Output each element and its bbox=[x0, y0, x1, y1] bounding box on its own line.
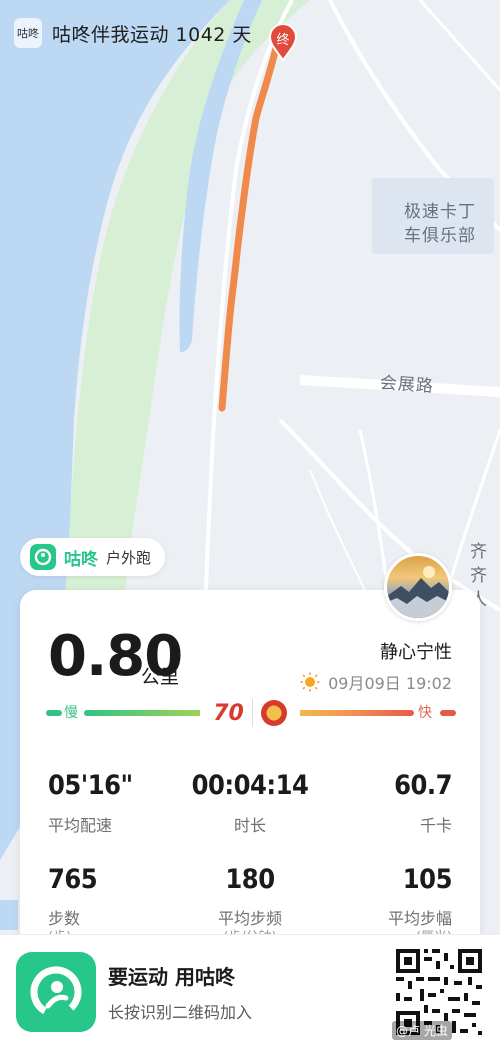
china-emblem-icon bbox=[260, 700, 287, 726]
stat-avg-pace-value: 05'16" bbox=[48, 770, 133, 801]
avatar[interactable] bbox=[384, 553, 452, 621]
stat-calories-label: 千卡 bbox=[419, 816, 452, 835]
footer-subtitle: 长按识别二维码加入 bbox=[108, 1003, 253, 1022]
stat-stride-value: 105 bbox=[402, 864, 453, 895]
end-marker-icon[interactable]: 终 bbox=[268, 24, 298, 62]
username: 静心宁性 bbox=[380, 642, 452, 663]
stat-duration-value: 00:04:14 bbox=[191, 770, 309, 801]
badge-app-name: 咕咚 bbox=[64, 549, 98, 570]
header-title: 咕咚伴我运动 1042 天 bbox=[52, 23, 252, 46]
stat-calories-value: 60.7 bbox=[394, 770, 452, 801]
pace-bar-cap-left bbox=[46, 710, 62, 716]
logo-70-anniversary: 70 bbox=[213, 700, 244, 726]
end-marker-label: 终 bbox=[276, 33, 290, 48]
logo-divider bbox=[251, 699, 253, 727]
activity-type-badge: 咕咚 户外跑 bbox=[20, 538, 166, 576]
stat-duration-label: 时长 bbox=[233, 816, 267, 835]
stat-avg-pace-label: 平均配速 bbox=[48, 816, 113, 835]
distance-unit: 公里 bbox=[141, 666, 180, 688]
map-label-road: 会展路 bbox=[379, 373, 435, 397]
pace-fast-label: 快 bbox=[418, 705, 432, 721]
pace-slow-label: 慢 bbox=[64, 705, 78, 721]
weather-time-row: 09月09日 19:02 bbox=[300, 670, 452, 694]
map-label-club: 极速卡丁 车俱乐部 bbox=[404, 202, 476, 246]
activity-datetime: 09月09日 19:02 bbox=[328, 674, 452, 693]
stat-cadence-value: 180 bbox=[225, 864, 275, 895]
footer-title: 要运动 用咕咚 bbox=[108, 965, 235, 989]
watermark: @卢 光虫 bbox=[392, 1021, 452, 1040]
stat-steps-value: 765 bbox=[48, 864, 98, 895]
anniversary-logos: 70 bbox=[200, 694, 300, 732]
badge-activity-type: 户外跑 bbox=[106, 548, 152, 567]
pace-bar-cap-right bbox=[440, 710, 456, 716]
sun-icon bbox=[300, 672, 320, 692]
app-logo-icon: 咕咚 bbox=[14, 18, 42, 48]
app-logo-icon bbox=[30, 544, 56, 570]
map-header: 咕咚 咕咚伴我运动 1042 天 bbox=[14, 18, 252, 48]
app-logo-icon bbox=[16, 952, 96, 1032]
promo-footer: 要运动 用咕咚 长按识别二维码加入 @卢 光虫 bbox=[0, 934, 500, 1046]
